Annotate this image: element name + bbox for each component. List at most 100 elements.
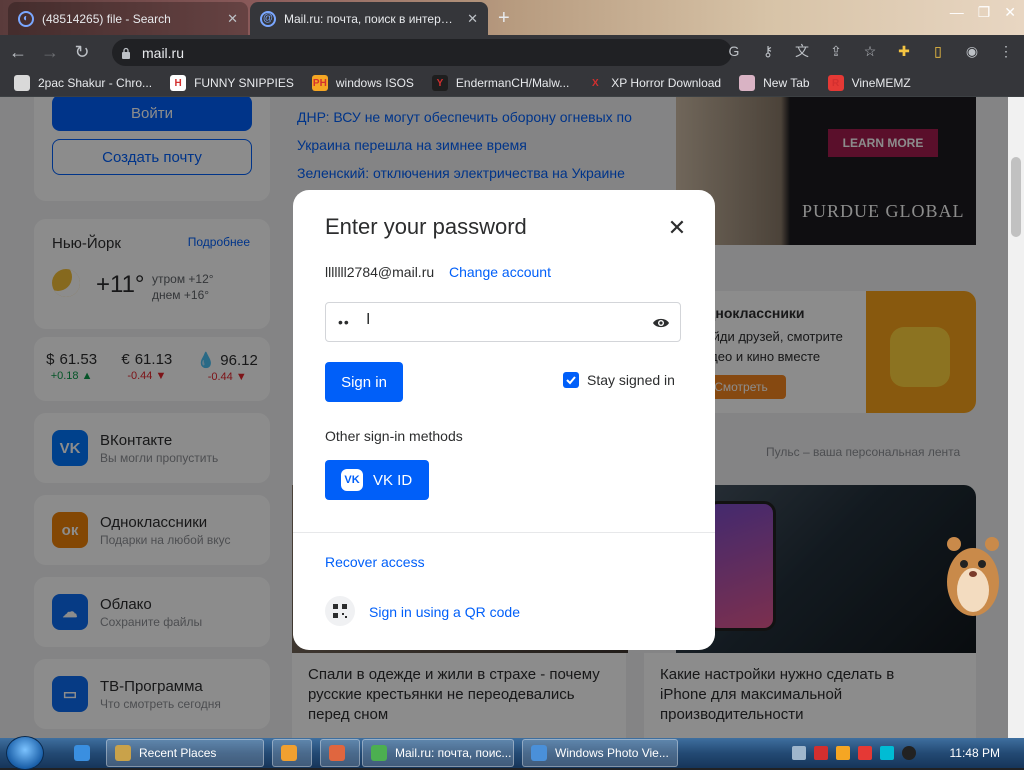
mailru-favicon-icon: @ (260, 10, 276, 27)
reload-icon[interactable]: ↻ (68, 39, 96, 67)
tray-network-icon[interactable] (792, 746, 806, 760)
show-password-icon[interactable] (652, 314, 670, 332)
forward-icon[interactable]: → (36, 39, 64, 67)
close-window-icon[interactable]: ✕ (1004, 4, 1016, 21)
url-text: mail.ru (142, 44, 185, 61)
bookmark-item[interactable]: Y EndermanCH/Malw... (431, 75, 570, 91)
tab-mailru[interactable]: @ Mail.ru: почта, поиск в интерне ✕ (250, 2, 488, 35)
other-methods-label: Other sign-in methods (325, 428, 463, 444)
password-value: •• (338, 314, 350, 330)
taskbar-app-icon (531, 745, 547, 761)
taskbar-app-icon (329, 745, 345, 761)
windows-taskbar: Recent Places Mail.ru: почта, поис... Wind… (0, 736, 1024, 770)
taskbar-app-icon (371, 745, 387, 761)
bookmark-favicon-icon: X (587, 75, 604, 91)
toolbar-icons: G ⚷ 文 ⇪ ☆ ✚ ▯ ◉ ⋮ (724, 41, 1016, 61)
bookmark-label: FUNNY SNIPPIES (194, 76, 294, 90)
recover-access-link[interactable]: Recover access (325, 554, 425, 570)
stay-signed-in-label: Stay signed in (587, 372, 675, 388)
tray-flag-icon[interactable] (858, 746, 872, 760)
sidepanel-icon[interactable]: ▯ (928, 41, 948, 61)
bookmark-star-icon[interactable]: ☆ (860, 41, 880, 61)
change-account-link[interactable]: Change account (449, 264, 551, 280)
taskbar-item[interactable]: Windows Photo Vie... (522, 739, 678, 767)
bookmark-label: EndermanCH/Malw... (455, 76, 570, 90)
tray-display-icon[interactable] (880, 746, 894, 760)
bookmark-item[interactable]: R VineMEMZ (827, 75, 911, 91)
bookmark-favicon-icon: PH (311, 75, 328, 91)
minimize-icon[interactable]: — (950, 4, 964, 21)
sign-in-button[interactable]: Sign in (325, 362, 403, 402)
menu-dots-icon[interactable]: ⋮ (996, 41, 1016, 61)
bookmark-label: New Tab (763, 76, 810, 90)
bookmark-item[interactable]: X XP Horror Download (587, 75, 721, 91)
google-icon[interactable]: G (724, 41, 744, 61)
start-button-icon[interactable] (6, 736, 44, 770)
hamster-sticker (947, 537, 999, 616)
share-icon[interactable]: ⇪ (826, 41, 846, 61)
new-tab-icon[interactable]: + (498, 7, 510, 30)
taskbar-app-icon (281, 745, 297, 761)
bookmark-label: VineMEMZ (851, 76, 911, 90)
taskbar-item[interactable]: Mail.ru: почта, поис... (362, 739, 514, 767)
tray-search-icon[interactable] (836, 746, 850, 760)
ie-icon[interactable] (70, 739, 94, 767)
taskbar-item[interactable]: Recent Places (106, 739, 264, 767)
bookmark-label: XP Horror Download (611, 76, 722, 90)
clock[interactable]: 11:48 PM (950, 746, 1000, 760)
taskbar-item-label: Windows Photo Vie... (555, 746, 669, 760)
text-cursor-icon: I (366, 311, 372, 328)
vk-id-label: VK ID (373, 471, 413, 489)
system-tray (792, 738, 916, 768)
bookmark-favicon-icon (739, 75, 756, 91)
taskbar-item-label: Recent Places (139, 746, 217, 760)
browser-toolbar: ← → ↻ mail.ru G ⚷ 文 ⇪ ☆ ✚ ▯ ◉ ⋮ (0, 35, 1024, 70)
divider (293, 532, 715, 533)
scrollbar-thumb[interactable] (1011, 157, 1021, 237)
translate-icon[interactable]: 文 (792, 41, 812, 61)
tray-antivirus-icon[interactable] (814, 746, 828, 760)
tab-title: Mail.ru: почта, поиск в интерне (284, 11, 454, 26)
bookmark-item[interactable]: PH windows ISOS (311, 75, 414, 91)
tab-title: (48514265) file - Search (42, 11, 171, 26)
bookmark-favicon-icon: R (827, 75, 844, 91)
bookmarks-bar: 2pac Shakur - Chro... H FUNNY SNIPPIES PH wi… (0, 70, 1024, 97)
address-bar[interactable]: mail.ru (112, 39, 732, 66)
bookmark-item[interactable]: New Tab (739, 75, 810, 91)
page-scrollbar[interactable] (1008, 97, 1024, 738)
tab-search[interactable]: ◐ (48514265) file - Search ✕ (8, 2, 248, 35)
taskbar-app-icon (115, 745, 131, 761)
taskbar-item-label: Mail.ru: почта, поис... (395, 746, 512, 760)
checkbox-checked-icon[interactable] (563, 372, 579, 388)
close-icon[interactable]: ✕ (665, 215, 689, 240)
vk-id-button[interactable]: VK VK ID (325, 460, 429, 500)
bookmark-favicon-icon: H (170, 75, 187, 91)
bookmark-item[interactable]: H FUNNY SNIPPIES (170, 75, 294, 91)
lock-icon (122, 47, 130, 59)
password-dialog: Enter your password ✕ lllllll2784@mail.r… (293, 190, 715, 650)
close-tab-icon[interactable]: ✕ (467, 11, 478, 27)
browser-tab-strip: ◐ (48514265) file - Search ✕ @ Mail.ru: … (0, 0, 1024, 35)
back-icon[interactable]: ← (4, 39, 32, 67)
window-controls: — ❐ ✕ (950, 4, 1016, 21)
account-email: lllllll2784@mail.ru (325, 264, 435, 280)
stay-signed-in-checkbox[interactable]: Stay signed in (563, 372, 675, 388)
vk-icon: VK (341, 469, 363, 491)
bookmark-label: windows ISOS (335, 76, 414, 90)
tray-volume-icon[interactable] (902, 746, 916, 760)
bookmark-item[interactable]: 2pac Shakur - Chro... (14, 75, 152, 91)
profile-avatar-icon[interactable]: ◉ (962, 41, 982, 61)
qr-signin-link[interactable]: Sign in using a QR code (369, 604, 520, 620)
extensions-icon[interactable]: ✚ (894, 41, 914, 61)
maximize-icon[interactable]: ❐ (978, 4, 991, 21)
password-field[interactable]: •• I (325, 302, 681, 342)
search-favicon-icon: ◐ (18, 10, 34, 27)
qr-code-icon[interactable] (325, 596, 355, 626)
bookmark-favicon-icon (14, 75, 30, 91)
bookmark-favicon-icon: Y (431, 75, 448, 91)
close-tab-icon[interactable]: ✕ (227, 11, 238, 27)
key-icon[interactable]: ⚷ (758, 41, 778, 61)
taskbar-item[interactable] (320, 739, 360, 767)
dialog-title: Enter your password (325, 214, 527, 239)
taskbar-item[interactable] (272, 739, 312, 767)
